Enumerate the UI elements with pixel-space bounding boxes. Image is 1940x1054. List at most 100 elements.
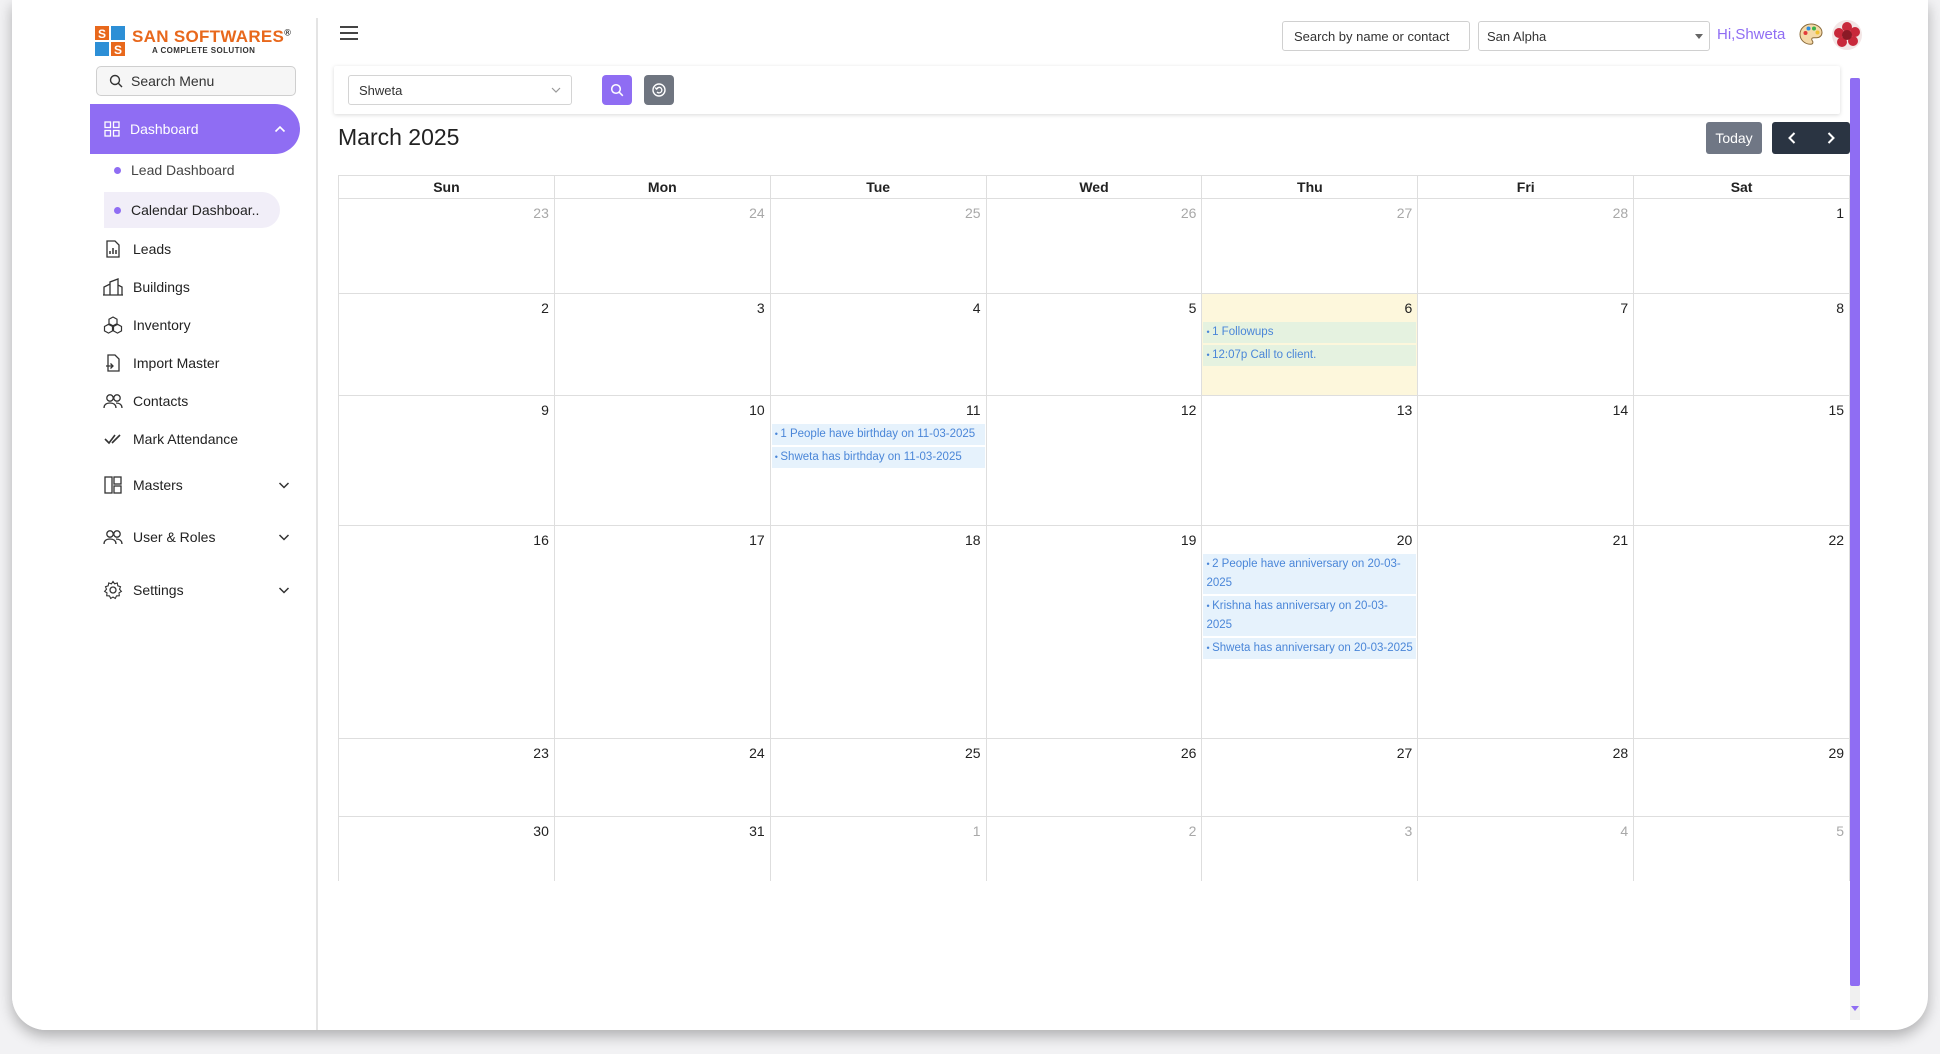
day-number[interactable]: 8 (1836, 300, 1844, 316)
user-greeting[interactable]: Hi,Shweta (1717, 26, 1785, 43)
avatar[interactable] (1832, 20, 1862, 50)
brand-logo[interactable]: S S SAN SOFTWARES® A COMPLETE SOLUTION (94, 24, 314, 58)
calendar-day-cell[interactable]: 30 (338, 817, 554, 881)
calendar-day-cell[interactable]: 16 (338, 526, 554, 738)
day-number[interactable]: 24 (749, 205, 765, 221)
scrollbar[interactable] (1850, 78, 1860, 1020)
calendar-event[interactable]: Krishna has anniversary on 20-03-2025 (1203, 596, 1417, 636)
sidebar-item-mark-attendance[interactable]: Mark Attendance (102, 426, 302, 452)
calendar-day-cell[interactable]: 26 (985, 739, 1202, 816)
calendar-day-cell[interactable]: 27 (1201, 739, 1417, 816)
day-number[interactable]: 4 (973, 300, 981, 316)
reset-button[interactable] (644, 75, 674, 105)
day-number[interactable]: 6 (1405, 300, 1413, 316)
sidebar-subitem-lead-dashboard[interactable]: Lead Dashboard (114, 162, 235, 178)
day-number[interactable]: 4 (1620, 823, 1628, 839)
calendar-day-cell[interactable]: 29 (1633, 739, 1851, 816)
calendar-day-cell[interactable]: 3 (553, 294, 770, 395)
day-number[interactable]: 28 (1613, 745, 1629, 761)
prev-month-button[interactable] (1772, 122, 1811, 154)
calendar-day-cell[interactable]: 2 (338, 294, 554, 395)
sidebar-item-inventory[interactable]: Inventory (102, 312, 302, 338)
calendar-day-cell[interactable]: 23 (338, 199, 554, 293)
day-number[interactable]: 25 (965, 205, 981, 221)
calendar-day-cell[interactable]: 5 (985, 294, 1202, 395)
day-number[interactable]: 20 (1397, 532, 1413, 548)
day-number[interactable]: 27 (1397, 205, 1413, 221)
calendar-day-cell[interactable]: 4 (769, 294, 986, 395)
calendar-day-cell[interactable]: 23 (338, 739, 554, 816)
calendar-day-cell[interactable]: 1 (769, 817, 986, 881)
day-number[interactable]: 21 (1613, 532, 1629, 548)
sidebar-subitem-calendar-dashboard[interactable]: Calendar Dashboar.. (104, 192, 280, 228)
hamburger-menu-icon[interactable] (340, 26, 358, 40)
scroll-down-arrow-icon[interactable] (1851, 1006, 1859, 1011)
day-number[interactable]: 14 (1613, 402, 1629, 418)
calendar-day-cell[interactable]: 31 (553, 817, 770, 881)
palette-icon[interactable] (1798, 22, 1824, 48)
day-number[interactable]: 10 (749, 402, 765, 418)
today-button[interactable]: Today (1706, 122, 1762, 154)
calendar-day-cell[interactable]: 9 (338, 396, 554, 525)
day-number[interactable]: 1 (1836, 205, 1844, 221)
calendar-day-cell[interactable]: 13 (1201, 396, 1417, 525)
day-number[interactable]: 28 (1613, 205, 1629, 221)
user-select[interactable]: Shweta (348, 75, 572, 105)
sidebar-item-leads[interactable]: Leads (102, 236, 302, 262)
next-month-button[interactable] (1811, 122, 1850, 154)
calendar-day-cell[interactable]: 21 (1417, 526, 1633, 738)
day-number[interactable]: 5 (1189, 300, 1197, 316)
calendar-day-cell[interactable]: 22 (1633, 526, 1851, 738)
calendar-day-cell[interactable]: 12 (985, 396, 1202, 525)
sidebar-item-settings[interactable]: Settings (102, 577, 302, 603)
sidebar-item-import-master[interactable]: Import Master (102, 350, 302, 376)
sidebar-item-masters[interactable]: Masters (102, 472, 302, 498)
calendar-day-cell[interactable]: 10 (553, 396, 770, 525)
calendar-day-cell[interactable]: 5 (1633, 817, 1851, 881)
day-number[interactable]: 18 (965, 532, 981, 548)
day-number[interactable]: 3 (1405, 823, 1413, 839)
sidebar-item-dashboard[interactable]: Dashboard (90, 104, 300, 154)
calendar-day-cell[interactable]: 3 (1201, 817, 1417, 881)
calendar-day-cell[interactable]: 4 (1417, 817, 1633, 881)
calendar-day-cell[interactable]: 15 (1633, 396, 1851, 525)
calendar-day-cell[interactable]: 25 (769, 739, 986, 816)
calendar-day-cell[interactable]: 18 (769, 526, 986, 738)
day-number[interactable]: 31 (749, 823, 765, 839)
calendar-day-cell[interactable]: 25 (769, 199, 986, 293)
calendar-event[interactable]: Shweta has anniversary on 20-03-2025 (1203, 638, 1417, 659)
calendar-event[interactable]: 12:07p Call to client. (1203, 345, 1417, 366)
day-number[interactable]: 1 (973, 823, 981, 839)
search-menu-input[interactable]: Search Menu (96, 66, 296, 96)
day-number[interactable]: 19 (1181, 532, 1197, 548)
global-search-input[interactable]: Search by name or contact (1282, 21, 1470, 51)
company-select[interactable]: San Alpha (1478, 21, 1710, 51)
calendar-event[interactable]: 1 Followups (1203, 322, 1417, 343)
day-number[interactable]: 9 (541, 402, 549, 418)
day-number[interactable]: 30 (533, 823, 549, 839)
calendar-day-cell[interactable]: 14 (1417, 396, 1633, 525)
day-number[interactable]: 11 (966, 402, 981, 418)
calendar-event[interactable]: Shweta has birthday on 11-03-2025 (771, 447, 985, 468)
calendar-day-today[interactable]: 6 1 Followups12:07p Call to client. (1201, 294, 1418, 395)
calendar-day-cell[interactable]: 2 (985, 817, 1202, 881)
calendar-event[interactable]: 1 People have birthday on 11-03-2025 (771, 424, 985, 445)
scrollbar-thumb[interactable] (1850, 78, 1860, 986)
calendar-day-cell[interactable]: 19 (985, 526, 1202, 738)
day-number[interactable]: 27 (1397, 745, 1413, 761)
day-number[interactable]: 7 (1620, 300, 1628, 316)
day-number[interactable]: 25 (965, 745, 981, 761)
day-number[interactable]: 12 (1181, 402, 1197, 418)
sidebar-item-user-roles[interactable]: User & Roles (102, 524, 302, 550)
day-number[interactable]: 24 (749, 745, 765, 761)
day-number[interactable]: 15 (1828, 402, 1844, 418)
calendar-day-cell[interactable]: 7 (1417, 294, 1633, 395)
sidebar-item-buildings[interactable]: Buildings (102, 274, 302, 300)
day-number[interactable]: 3 (757, 300, 765, 316)
search-button[interactable] (602, 75, 632, 105)
day-number[interactable]: 23 (533, 745, 549, 761)
day-number[interactable]: 13 (1397, 402, 1413, 418)
day-number[interactable]: 17 (749, 532, 765, 548)
calendar-day-cell[interactable]: 28 (1417, 199, 1633, 293)
calendar-day-cell[interactable]: 17 (553, 526, 770, 738)
